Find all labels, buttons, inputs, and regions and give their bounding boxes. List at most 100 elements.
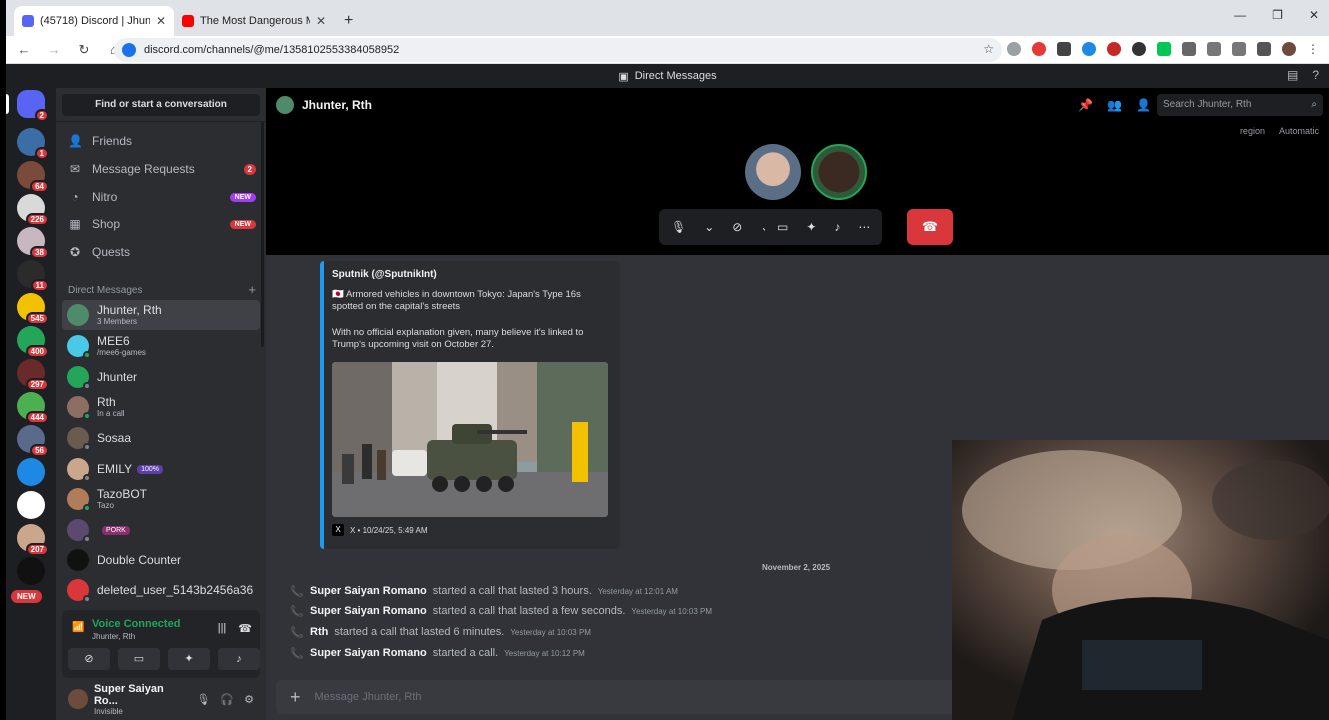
signal-icon[interactable]: 📶 — [72, 622, 84, 633]
nav-shop[interactable]: ▦ Shop NEW — [68, 212, 256, 236]
extension-icon[interactable] — [1057, 42, 1071, 56]
disconnect-icon[interactable]: ☎ — [238, 622, 252, 635]
hang-up-button[interactable]: ☎ — [907, 209, 953, 245]
back-icon[interactable]: ← — [16, 42, 32, 57]
server-icon[interactable]: 226 — [17, 194, 49, 226]
server-icon[interactable]: 545 — [17, 293, 49, 325]
message-author[interactable]: Super Saiyan Romano — [310, 605, 427, 617]
user-avatar[interactable] — [68, 689, 88, 709]
server-icon[interactable]: 11 — [17, 260, 49, 292]
members-icon[interactable]: 👤 — [1136, 98, 1151, 112]
browser-tab-youtube[interactable]: The Most Dangerous Man on E ✕ — [174, 6, 334, 36]
new-tab-button[interactable]: + — [334, 12, 363, 36]
soundboard-button[interactable]: ♪ — [218, 648, 260, 670]
extension-icon[interactable] — [1132, 42, 1146, 56]
noise-suppression-icon[interactable]: ||| — [218, 622, 227, 635]
url-text: discord.com/channels/@me/135810255338405… — [144, 44, 400, 56]
extension-icon[interactable] — [1007, 42, 1021, 56]
server-icon[interactable]: 1 — [17, 128, 49, 160]
voice-status[interactable]: Voice Connected — [92, 618, 180, 630]
forward-icon[interactable]: → — [46, 42, 62, 57]
message-author[interactable]: Rth — [310, 626, 328, 638]
adblock-icon[interactable] — [1032, 42, 1046, 56]
dm-item-tazobot[interactable]: TazoBOT Tazo — [62, 484, 260, 514]
call-participant-avatar[interactable] — [745, 144, 801, 200]
tab-search-icon[interactable] — [1257, 42, 1271, 56]
close-tab-icon[interactable]: ✕ — [316, 14, 326, 28]
pin-icon[interactable]: 📌 — [1078, 98, 1093, 112]
help-icon[interactable]: ? — [1312, 68, 1319, 82]
soundboard-icon[interactable]: ♪ — [834, 220, 840, 234]
minimize-icon[interactable]: — — [1234, 8, 1246, 22]
extension-icon[interactable] — [1232, 42, 1246, 56]
search-input[interactable]: Search Jhunter, Rth ⌕ — [1157, 94, 1323, 116]
message-author[interactable]: Super Saiyan Romano — [310, 647, 427, 659]
server-icon[interactable]: 64 — [17, 161, 49, 193]
call-participant-avatar-speaking[interactable] — [811, 144, 867, 200]
activities-button[interactable]: ✦ — [168, 648, 210, 670]
microphone-icon[interactable]: 🎙 — [196, 693, 210, 706]
screen-share-icon[interactable]: ▭ — [777, 220, 788, 234]
activities-icon[interactable]: ✦ — [806, 220, 816, 234]
dm-item-mee6[interactable]: MEE6 /mee6-games — [62, 331, 260, 361]
server-icon[interactable]: 38 — [17, 227, 49, 259]
close-window-icon[interactable]: ✕ — [1309, 8, 1319, 22]
server-icon[interactable] — [17, 491, 45, 519]
region-selector[interactable]: region Automatic — [1240, 126, 1319, 136]
close-tab-icon[interactable]: ✕ — [156, 14, 166, 28]
chevron-down-icon[interactable]: ⌄ — [704, 220, 714, 234]
settings-gear-icon[interactable]: ⚙ — [244, 693, 254, 706]
dm-item-emily[interactable]: EMILY 100% — [62, 454, 260, 484]
profile-avatar-icon[interactable] — [1282, 42, 1296, 56]
dm-item-jhunter[interactable]: Jhunter — [62, 362, 260, 392]
inbox-icon[interactable]: ▤ — [1287, 68, 1298, 82]
nav-nitro[interactable]: ◔ Nitro NEW — [68, 185, 256, 209]
voice-channel-name[interactable]: Jhunter, Rth — [92, 632, 135, 641]
server-icon[interactable]: 56 — [17, 425, 49, 457]
restore-icon[interactable]: ❐ — [1272, 8, 1283, 22]
site-info-icon[interactable] — [122, 43, 136, 57]
microphone-icon[interactable]: 🎙 — [671, 220, 686, 234]
dm-item-sosaa[interactable]: Sosaa — [62, 423, 260, 453]
puzzle-icon[interactable] — [1182, 42, 1196, 56]
server-icon[interactable] — [17, 557, 45, 585]
dm-item-double-counter[interactable]: Double Counter — [62, 545, 260, 575]
browser-tab-discord[interactable]: (45718) Discord | Jhunter, R ✕ — [14, 6, 174, 36]
more-icon[interactable]: ⋯ — [858, 220, 870, 234]
add-attachment-icon[interactable]: + — [290, 687, 301, 708]
extension-icon[interactable] — [1082, 42, 1096, 56]
embed-text: 🇯🇵 Armored vehicles in downtown Tokyo: J… — [332, 289, 581, 312]
server-icon[interactable]: 207 — [17, 524, 49, 556]
server-icon[interactable]: 297 — [17, 359, 49, 391]
popout-video-feed[interactable] — [952, 440, 1329, 720]
camera-off-icon[interactable]: ⊘ — [732, 220, 742, 234]
embed-author[interactable]: Sputnik (@SputnikInt) — [332, 269, 437, 280]
embed-image[interactable] — [332, 362, 608, 517]
create-dm-button[interactable]: + — [248, 283, 256, 296]
bookmark-star-icon[interactable]: ☆ — [983, 42, 994, 56]
server-icon[interactable] — [17, 458, 45, 486]
camera-off-button[interactable]: ⊘ — [68, 648, 110, 670]
server-icon[interactable]: 400 — [17, 326, 49, 358]
dm-item-deleted-user[interactable]: deleted_user_5143b2456a36 — [62, 575, 260, 605]
nav-friends[interactable]: 👤 Friends — [68, 129, 256, 153]
extension-icon[interactable] — [1157, 42, 1171, 56]
screen-share-button[interactable]: ▭ — [118, 648, 160, 670]
dm-item-jhunter-rth[interactable]: Jhunter, Rth 3 Members — [62, 300, 260, 330]
dm-item-rth[interactable]: Rth In a call — [62, 392, 260, 422]
home-server[interactable]: 2 — [6, 90, 49, 122]
dm-item-pork[interactable]: PORK — [62, 515, 260, 545]
sidebar-scrollbar[interactable] — [261, 122, 264, 347]
browser-menu-icon[interactable]: ⋮ — [1307, 42, 1321, 56]
headphones-icon[interactable]: 🎧 — [220, 693, 234, 706]
add-friends-icon[interactable]: 👥 — [1107, 98, 1122, 112]
nav-message-requests[interactable]: ✉ Message Requests 2 — [68, 157, 256, 181]
server-icon[interactable]: 444 — [17, 392, 49, 424]
reload-icon[interactable]: ↻ — [76, 42, 92, 58]
nav-quests[interactable]: ✪ Quests — [68, 240, 256, 264]
find-conversation-button[interactable]: Find or start a conversation — [62, 94, 260, 116]
extension-icon[interactable] — [1107, 42, 1121, 56]
message-author[interactable]: Super Saiyan Romano — [310, 585, 427, 597]
url-field[interactable]: discord.com/channels/@me/135810255338405… — [114, 38, 1002, 62]
extension-icon[interactable] — [1207, 42, 1221, 56]
